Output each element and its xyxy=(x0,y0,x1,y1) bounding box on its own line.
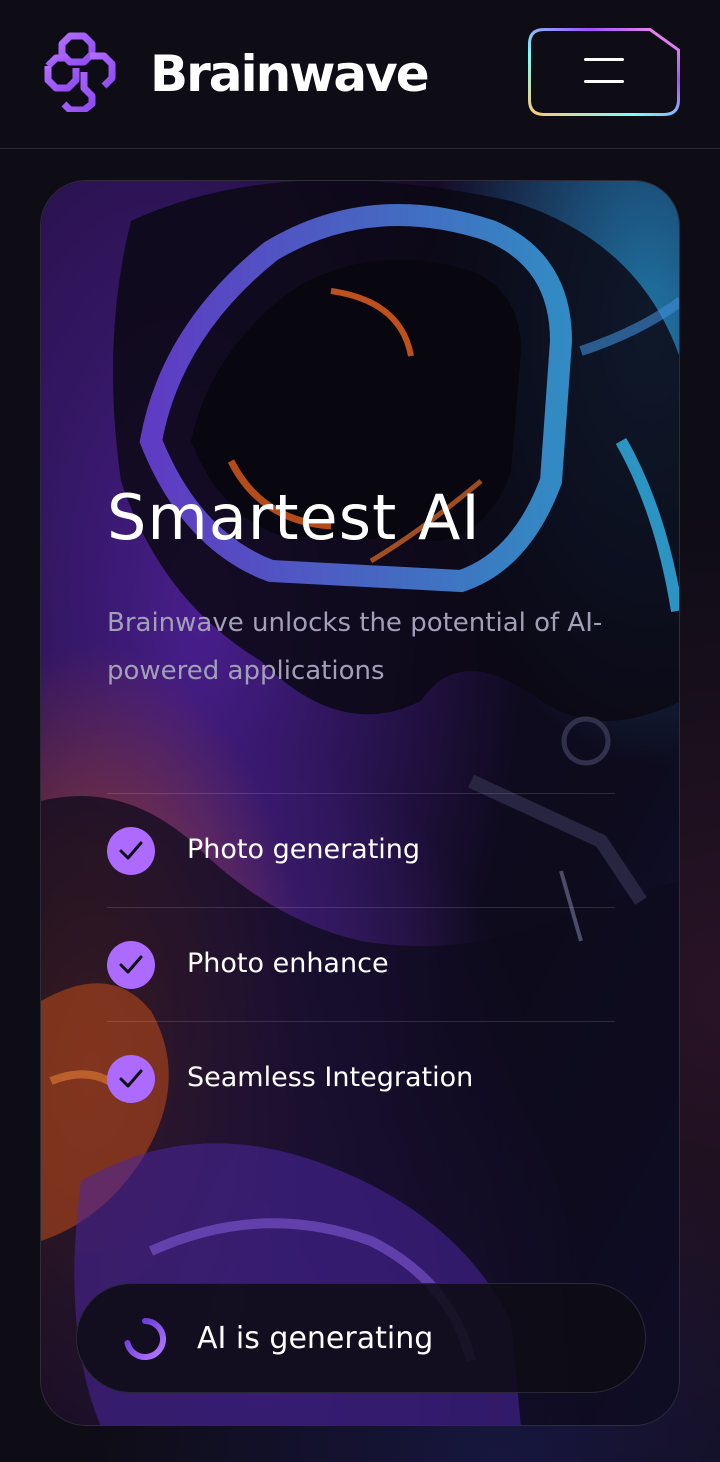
ai-status-pill: AI is generating xyxy=(76,1283,646,1393)
hero-description: Brainwave unlocks the potential of AI-po… xyxy=(107,608,603,686)
loading-spinner-icon xyxy=(123,1317,167,1361)
feature-item: Photo enhance xyxy=(107,907,615,1021)
check-icon xyxy=(107,941,155,989)
feature-label: Photo enhance xyxy=(187,948,389,979)
feature-list: Photo generating Photo enhance Seamless … xyxy=(107,793,615,1135)
brand-name[interactable]: Brainwave xyxy=(150,40,430,108)
hamburger-menu-icon[interactable] xyxy=(584,58,624,86)
brainwave-logo-icon[interactable] xyxy=(40,32,120,114)
feature-label: Seamless Integration xyxy=(187,1062,474,1093)
feature-label: Photo generating xyxy=(187,834,421,865)
feature-item: Photo generating xyxy=(107,793,615,907)
check-icon xyxy=(107,1055,155,1103)
feature-item: Seamless Integration xyxy=(107,1021,615,1135)
site-header: Brainwave xyxy=(0,0,720,149)
ai-status-label: AI is generating xyxy=(197,1321,434,1356)
page: Brainwave Smartest AI Brainwave unlocks … xyxy=(0,0,720,1462)
hero-title: Smartest AI xyxy=(107,481,481,554)
hero-card: Smartest AI Brainwave unlocks the potent… xyxy=(40,180,680,1426)
check-icon xyxy=(107,827,155,875)
